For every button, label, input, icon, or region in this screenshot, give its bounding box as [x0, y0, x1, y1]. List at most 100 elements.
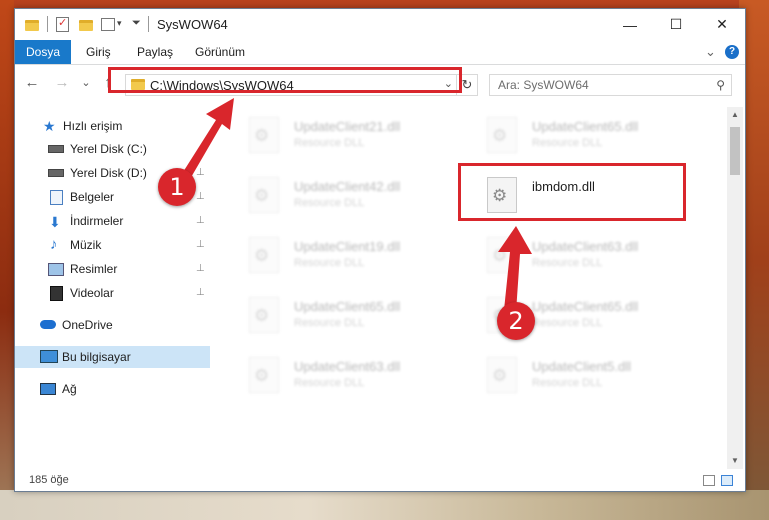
sidebar-item-ag[interactable]: Ağ — [15, 378, 210, 400]
status-bar: 185 öğe — [15, 471, 745, 491]
step-1-badge: 1 — [158, 168, 196, 206]
sidebar-item-label: Müzik — [70, 238, 102, 252]
window-title: SysWOW64 — [157, 17, 228, 32]
divider — [148, 16, 149, 32]
file-name: UpdateClient63.dll — [532, 239, 639, 254]
computer-icon — [40, 350, 58, 363]
file-name: UpdateClient42.dll — [294, 179, 401, 194]
customize-toolbar-icon[interactable]: ⏷ — [132, 17, 141, 33]
properties-icon[interactable]: ✓ — [56, 17, 69, 32]
sidebar-item-label: Videolar — [70, 286, 114, 300]
sidebar-item-label: Ağ — [62, 382, 77, 396]
pin-icon[interactable]: ⊥ — [196, 234, 205, 256]
desktop-background-left — [0, 0, 14, 520]
download-icon: ⬇ — [49, 214, 61, 230]
file-name: UpdateClient65.dll — [294, 299, 401, 314]
file-item[interactable]: UpdateClient65.dll Resource DLL — [239, 291, 459, 343]
file-description: Resource DLL — [294, 197, 365, 209]
item-count: 185 öğe — [29, 474, 69, 486]
scroll-up-arrow[interactable]: ▲ — [727, 107, 743, 123]
divider — [47, 16, 48, 32]
file-item[interactable]: UpdateClient19.dll Resource DLL — [239, 231, 459, 283]
cloud-icon — [40, 320, 56, 329]
file-description: Resource DLL — [532, 257, 603, 269]
search-box[interactable]: Ara: SysWOW64 ⚲ — [489, 74, 732, 96]
file-list: UpdateClient21.dll Resource DLL UpdateCl… — [229, 107, 727, 467]
sidebar-item-indirmeler[interactable]: ⬇ İndirmeler ⊥ — [15, 210, 210, 232]
ribbon-tabs: Dosya Giriş Paylaş Görünüm ⌄ ? — [15, 40, 745, 65]
sidebar-item-label: Bu bilgisayar — [62, 350, 131, 364]
sidebar-item-label: Yerel Disk (D:) — [70, 166, 147, 180]
file-name: UpdateClient63.dll — [294, 359, 401, 374]
expand-ribbon-icon[interactable]: ⌄ — [705, 40, 716, 64]
recent-locations-button[interactable]: ⌄ — [77, 76, 95, 89]
minimize-button[interactable]: — — [607, 9, 653, 40]
scroll-thumb[interactable] — [730, 127, 740, 175]
drive-icon — [48, 169, 64, 177]
file-name: UpdateClient19.dll — [294, 239, 401, 254]
sidebar-item-label: OneDrive — [62, 318, 113, 332]
file-item[interactable]: UpdateClient42.dll Resource DLL — [239, 171, 459, 223]
scroll-down-arrow[interactable]: ▼ — [727, 453, 743, 469]
pin-icon[interactable]: ⊥ — [196, 210, 205, 232]
folder-icon — [25, 20, 39, 31]
sidebar-item-bu-bilgisayar[interactable]: Bu bilgisayar — [15, 346, 210, 368]
tab-dosya[interactable]: Dosya — [15, 40, 72, 64]
close-button[interactable]: ✕ — [699, 9, 745, 40]
drive-icon — [48, 145, 64, 153]
file-description: Resource DLL — [294, 257, 365, 269]
file-item[interactable]: UpdateClient5.dll Resource DLL — [477, 351, 697, 403]
sidebar-item-label: Resimler — [70, 262, 118, 276]
tab-paylas[interactable]: Paylaş — [137, 40, 173, 64]
file-description: Resource DLL — [294, 137, 365, 149]
file-name: UpdateClient21.dll — [294, 119, 401, 134]
dll-file-icon — [487, 117, 517, 153]
pin-icon[interactable]: ⊥ — [196, 258, 205, 280]
vertical-scrollbar[interactable]: ▲ ▼ — [727, 107, 743, 469]
tab-gorunum[interactable]: Görünüm — [195, 40, 245, 64]
chevron-down-icon[interactable]: ▾ — [117, 18, 122, 34]
documents-icon — [50, 190, 63, 205]
desktop-background-bottom — [0, 490, 769, 520]
search-icon: ⚲ — [716, 78, 725, 92]
sidebar-item-muzik[interactable]: ♪ Müzik ⊥ — [15, 234, 210, 256]
file-item[interactable]: UpdateClient63.dll Resource DLL — [239, 351, 459, 403]
network-icon — [40, 383, 56, 395]
back-button[interactable]: ← — [23, 74, 41, 91]
sidebar-item-onedrive[interactable]: OneDrive — [15, 314, 210, 336]
video-icon — [50, 286, 63, 301]
sidebar-item-label: Yerel Disk (C:) — [70, 142, 147, 156]
new-folder-icon[interactable] — [79, 20, 93, 31]
sidebar-item-label: İndirmeler — [70, 214, 124, 228]
file-description: Resource DLL — [294, 377, 365, 389]
file-highlight-box — [458, 163, 686, 221]
file-item[interactable]: UpdateClient65.dll Resource DLL — [477, 111, 697, 163]
maximize-button[interactable]: ☐ — [653, 9, 699, 40]
sidebar-item-videolar[interactable]: Videolar ⊥ — [15, 282, 210, 304]
file-description: Resource DLL — [532, 137, 603, 149]
pictures-icon — [48, 263, 64, 276]
forward-button[interactable]: → — [53, 74, 71, 91]
file-name: UpdateClient65.dll — [532, 119, 639, 134]
step-2-badge: 2 — [497, 302, 535, 340]
music-icon: ♪ — [50, 236, 58, 253]
title-bar: ✓ ▾ ⏷ SysWOW64 — ☐ ✕ — [15, 9, 745, 40]
details-view-icon[interactable] — [703, 475, 715, 486]
sidebar-item-label: Belgeler — [70, 190, 115, 204]
help-icon[interactable]: ? — [725, 45, 739, 59]
dll-file-icon — [249, 237, 279, 273]
tiles-view-icon[interactable] — [721, 475, 733, 486]
tab-giris[interactable]: Giriş — [86, 40, 111, 64]
file-item[interactable]: UpdateClient21.dll Resource DLL — [239, 111, 459, 163]
file-description: Resource DLL — [294, 317, 365, 329]
file-description: Resource DLL — [532, 377, 603, 389]
file-name: UpdateClient65.dll — [532, 299, 639, 314]
pin-icon[interactable]: ⊥ — [196, 282, 205, 304]
dll-file-icon — [487, 357, 517, 393]
dll-file-icon — [249, 297, 279, 333]
dll-file-icon — [249, 357, 279, 393]
search-input[interactable]: Ara: SysWOW64 — [498, 78, 589, 92]
rename-icon[interactable] — [101, 18, 115, 31]
sidebar-item-resimler[interactable]: Resimler ⊥ — [15, 258, 210, 280]
sidebar-item-label: Hızlı erişim — [63, 119, 123, 133]
